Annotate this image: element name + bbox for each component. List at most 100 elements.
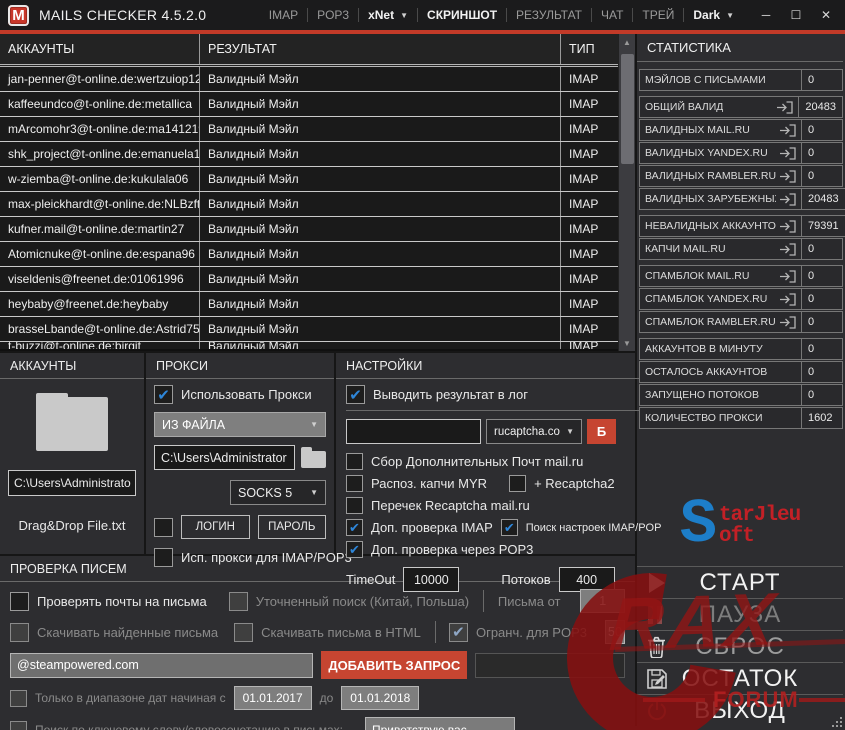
results-table: АККАУНТЫ РЕЗУЛЬТАТ ТИП jan-penner@t-onli… [0, 34, 618, 351]
refined-search-checkbox[interactable]: ✔ [228, 591, 248, 611]
proxy-file-path-input[interactable]: C:\Users\Administrator [154, 445, 295, 470]
table-row[interactable]: jan-penner@t-online.de:wertzuiop12 Валидн… [0, 67, 618, 92]
start-button[interactable]: СТАРТ [637, 566, 843, 598]
proxy-imap-pop3-checkbox[interactable]: ✔ [154, 548, 173, 567]
pop3-check-checkbox[interactable]: ✔ [346, 541, 363, 558]
table-row[interactable]: heybaby@freenet.de:heybaby Валидный Мэйл I… [0, 292, 618, 317]
table-row[interactable]: w-ziemba@t-online.de:kukulala06 Валидный … [0, 167, 618, 192]
export-icon[interactable] [776, 100, 794, 114]
export-icon[interactable] [779, 192, 796, 206]
close-button[interactable]: ✕ [813, 4, 839, 26]
stat-row: КОЛИЧЕСТВО ПРОКСИ 1602 [639, 407, 843, 429]
window-controls: ─ ☐ ✕ [753, 4, 839, 26]
power-icon [647, 701, 667, 721]
check-mails-checkbox[interactable]: ✔ [10, 591, 29, 611]
balance-button[interactable]: Б [587, 419, 616, 444]
download-letters-checkbox[interactable]: ✔ [10, 622, 29, 642]
collect-extra-mail-checkbox[interactable]: ✔ [346, 453, 363, 470]
browse-folder-icon[interactable] [300, 447, 326, 468]
column-header-accounts[interactable]: АККАУНТЫ [0, 34, 200, 64]
app-logo-letter: M [12, 6, 25, 24]
menu-tray[interactable]: ТРЕЙ [633, 8, 683, 22]
date-to-input[interactable]: 01.01.2018 [341, 686, 420, 710]
use-proxy-checkbox[interactable]: ✔ [154, 385, 173, 404]
query-list-input[interactable] [475, 652, 625, 678]
table-scrollbar[interactable]: ▲ ▼ [618, 34, 635, 351]
imap-settings-search-checkbox[interactable]: ✔ [500, 519, 518, 536]
menu-xnet-dropdown[interactable]: xNet ▼ [359, 8, 417, 22]
maximize-button[interactable]: ☐ [783, 4, 809, 26]
stat-value: 79391 [802, 215, 845, 237]
proxy-source-select[interactable]: ИЗ ФАЙЛА ▼ [154, 412, 326, 437]
folder-icon[interactable] [36, 393, 108, 451]
resize-grip[interactable] [830, 715, 842, 727]
imap-check-checkbox[interactable]: ✔ [346, 519, 363, 536]
statistics-title: СТАТИСТИКА [637, 34, 843, 62]
left-column: АККАУНТЫ РЕЗУЛЬТАТ ТИП jan-penner@t-onli… [0, 34, 672, 730]
myr-captcha-checkbox[interactable]: ✔ [346, 475, 363, 492]
captcha-key-input[interactable] [346, 419, 481, 444]
export-icon[interactable] [779, 269, 796, 283]
proxy-imap-pop3-label: Исп. прокси для IMAP/POP3 [181, 550, 352, 565]
table-row[interactable]: kaffeeundco@t-online.de:metallica Валидны… [0, 92, 618, 117]
password-button[interactable]: ПАРОЛЬ [257, 515, 326, 539]
search-query-input[interactable]: @steampowered.com [10, 652, 314, 678]
table-row[interactable]: mArcomohr3@t-online.de:ma1412195 Валидный… [0, 117, 618, 142]
login-button[interactable]: ЛОГИН [181, 515, 250, 539]
reset-button[interactable]: СБРОС [637, 630, 843, 662]
captcha-service-select[interactable]: rucaptcha.co ▼ [486, 419, 582, 444]
table-row[interactable]: viseldenis@freenet.de:01061996 Валидный М… [0, 267, 618, 292]
menu-screenshot[interactable]: СКРИНШОТ [418, 8, 506, 22]
menu-result[interactable]: РЕЗУЛЬТАТ [507, 8, 591, 22]
column-header-result[interactable]: РЕЗУЛЬТАТ [200, 34, 561, 64]
scrollbar-thumb[interactable] [620, 54, 634, 164]
pause-button[interactable]: ПАУЗА [637, 598, 843, 630]
accounts-file-path[interactable]: C:\Users\Administrato [8, 470, 136, 496]
stat-value: 0 [802, 142, 843, 164]
recaptcha2-checkbox[interactable]: ✔ [509, 475, 527, 492]
export-icon[interactable] [779, 315, 796, 329]
date-range-checkbox[interactable]: ✔ [10, 689, 27, 707]
export-icon[interactable] [779, 219, 796, 233]
table-row[interactable]: brasseLbande@t-online.de:Astrid75 Валидны… [0, 317, 618, 342]
pop3-limit-checkbox[interactable]: ✔ [448, 622, 468, 642]
table-row[interactable]: kufner.mail@t-online.de:martin27 Валидный… [0, 217, 618, 242]
add-query-button[interactable]: ДОБАВИТЬ ЗАПРОС [321, 651, 468, 679]
stat-value: 0 [802, 238, 843, 260]
proxy-panel: ПРОКСИ ✔ Использовать Прокси ИЗ ФАЙЛА ▼ C… [146, 353, 352, 567]
table-row[interactable]: Atomicnuke@t-online.de:espana96 Валидный … [0, 242, 618, 267]
check-mails-label: Проверять почты на письма [37, 593, 207, 609]
scroll-down-icon[interactable]: ▼ [619, 335, 636, 351]
proxy-auth-checkbox[interactable]: ✔ [154, 517, 173, 537]
save-icon [647, 668, 667, 689]
menu-chat[interactable]: ЧАТ [592, 8, 632, 22]
export-icon[interactable] [779, 123, 796, 137]
menu-imap[interactable]: IMAP [260, 8, 307, 22]
letters-from-input[interactable]: 1 [580, 589, 625, 613]
menu-theme-dropdown[interactable]: Dark ▼ [684, 8, 743, 22]
column-header-type[interactable]: ТИП [561, 34, 618, 64]
remainder-button[interactable]: ОСТАТОК [637, 662, 843, 694]
exit-button[interactable]: ВЫХОД [637, 694, 843, 726]
date-from-input[interactable]: 01.01.2017 [233, 686, 312, 710]
keyword-search-checkbox[interactable]: ✔ [10, 721, 27, 730]
use-proxy-label: Использовать Прокси [181, 387, 312, 402]
export-icon[interactable] [779, 292, 796, 306]
keyword-input[interactable]: Приветствую вас, [364, 717, 515, 730]
recaptcha-mailru-checkbox[interactable]: ✔ [346, 497, 363, 514]
table-row-partial[interactable]: t-buzzi@t-online.de:birgit Валидный Мэйл I… [0, 342, 618, 349]
export-icon[interactable] [779, 146, 796, 160]
pop3-limit-input[interactable]: 50 [604, 620, 625, 644]
minimize-button[interactable]: ─ [753, 4, 779, 26]
table-row[interactable]: shk_project@t-online.de:emanuela1 Валидны… [0, 142, 618, 167]
table-row[interactable]: max-pleickhardt@t-online.de:NLBzft Валидн… [0, 192, 618, 217]
log-output-checkbox[interactable]: ✔ [346, 385, 365, 404]
proxy-type-select[interactable]: SOCKS 5 ▼ [230, 480, 326, 505]
scroll-up-icon[interactable]: ▲ [619, 34, 636, 50]
settings-panel-title: НАСТРОЙКИ [336, 353, 672, 379]
export-icon[interactable] [779, 169, 796, 183]
export-icon[interactable] [779, 242, 796, 256]
menu-pop3[interactable]: POP3 [308, 8, 358, 22]
scrollbar-track[interactable] [619, 50, 636, 335]
download-html-checkbox[interactable]: ✔ [234, 622, 254, 642]
